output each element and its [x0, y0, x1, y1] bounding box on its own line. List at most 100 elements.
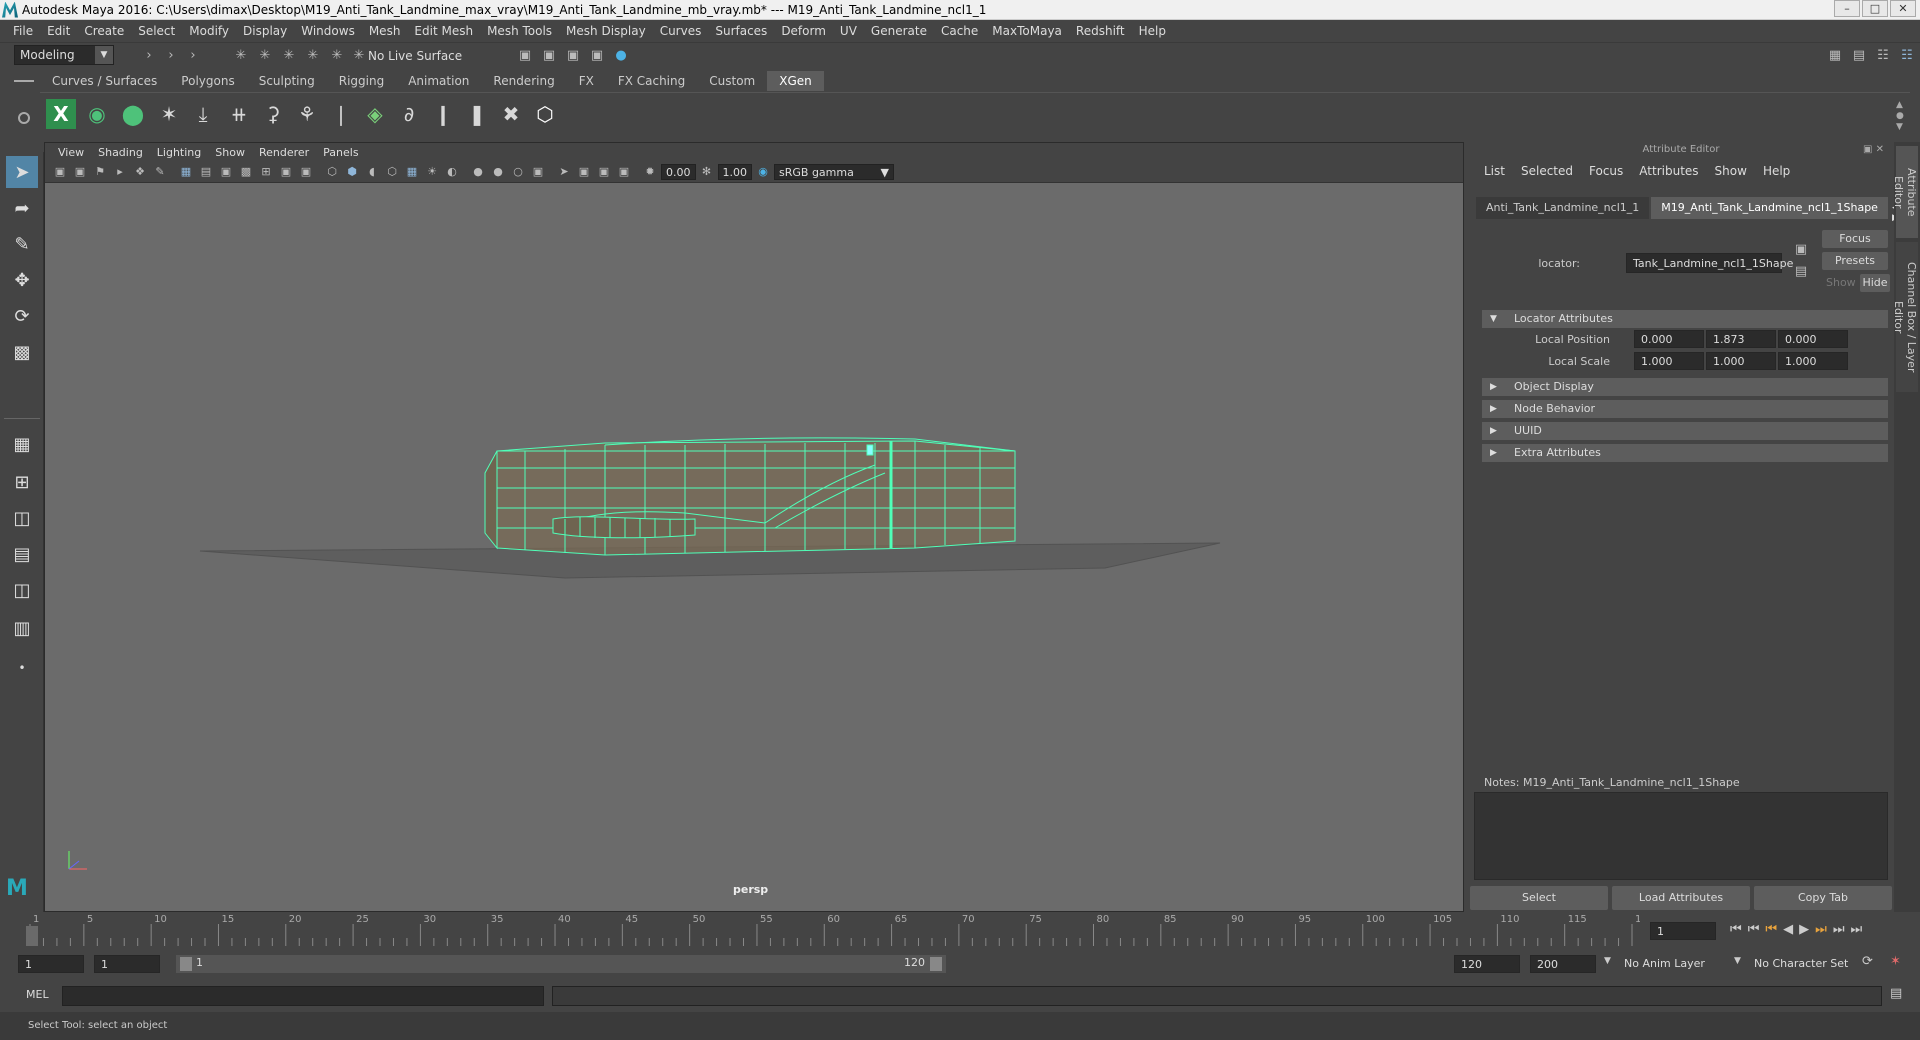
xgen-add-guide-icon[interactable]: ⤓	[188, 99, 218, 129]
layout-more-icon[interactable]: •	[6, 652, 38, 684]
render-current-icon[interactable]: ▣	[540, 46, 558, 64]
shelf-scroll-icon[interactable]: ▲ ● ▼	[1896, 100, 1904, 133]
xray-joints-icon[interactable]: ▣	[615, 163, 633, 181]
menu-edit[interactable]: Edit	[40, 24, 77, 38]
field-chart-icon[interactable]: ⊞	[257, 163, 275, 181]
xgen-create-description-icon[interactable]: ⬤	[118, 99, 148, 129]
script-editor-icon[interactable]: ▤	[1890, 986, 1902, 1001]
live-surface-label[interactable]: No Live Surface	[368, 49, 462, 63]
node-name-field[interactable]: Tank_Landmine_ncl1_1Shape	[1626, 253, 1793, 273]
screen-space-ao-icon[interactable]: ●	[469, 163, 487, 181]
menu-surfaces[interactable]: Surfaces	[708, 24, 774, 38]
vp-menu-lighting[interactable]: Lighting	[150, 146, 208, 159]
ae-menu-selected[interactable]: Selected	[1513, 164, 1581, 178]
scale-tool-icon[interactable]: ▩	[6, 336, 38, 368]
anti-aliasing-icon[interactable]: ○	[509, 163, 527, 181]
maximize-icon[interactable]: □	[1862, 0, 1888, 17]
menu-mesh-display[interactable]: Mesh Display	[559, 24, 653, 38]
xgen-editor-icon[interactable]: X	[46, 99, 76, 129]
vp-menu-show[interactable]: Show	[208, 146, 252, 159]
menu-deform[interactable]: Deform	[774, 24, 833, 38]
mode-dropdown[interactable]: Modeling ▼	[14, 45, 114, 65]
xgen-grooming-icon[interactable]: ❘	[326, 99, 356, 129]
ae-menu-help[interactable]: Help	[1755, 164, 1798, 178]
hide-button[interactable]: Hide	[1860, 274, 1890, 292]
paint-select-icon[interactable]: ✎	[6, 228, 38, 260]
prev-key-icon[interactable]: ⏮	[1765, 922, 1777, 937]
gamma-field[interactable]: 1.00	[717, 163, 752, 180]
ae-go-input-icon[interactable]: ▣	[1792, 240, 1810, 258]
current-time-marker[interactable]	[26, 926, 38, 946]
tab-fx-caching[interactable]: FX Caching	[606, 71, 697, 91]
exposure-icon[interactable]: ✹	[641, 163, 659, 181]
xgen-delete-icon[interactable]: ✖	[496, 99, 526, 129]
menu-display[interactable]: Display	[236, 24, 294, 38]
ae-menu-focus[interactable]: Focus	[1581, 164, 1631, 178]
menu-mesh-tools[interactable]: Mesh Tools	[480, 24, 559, 38]
select-component-icon[interactable]: ✳	[280, 46, 298, 64]
menu-select[interactable]: Select	[131, 24, 182, 38]
go-to-end-icon[interactable]: ⏭	[1851, 922, 1863, 937]
textured-icon[interactable]: ▦	[403, 163, 421, 181]
chevron-down-icon[interactable]: ▼	[1734, 956, 1741, 966]
toggle-panel-icon[interactable]: ▤	[1850, 46, 1868, 64]
range-start-handle[interactable]	[180, 957, 192, 971]
exposure-field[interactable]: 0.00	[661, 163, 696, 180]
select-hierarchy-icon[interactable]: ✳	[232, 46, 250, 64]
tab-rigging[interactable]: Rigging	[327, 71, 396, 91]
range-slider[interactable]: 1 120	[176, 955, 946, 973]
ae-menu-show[interactable]: Show	[1707, 164, 1755, 178]
snap-point-icon[interactable]: ✳	[350, 46, 368, 64]
gamma-icon[interactable]: ✻	[698, 163, 716, 181]
presets-button[interactable]: Presets	[1822, 252, 1888, 270]
time-slider[interactable]: 1 5 10 15 20 25 30 35 40 45 50 55 60 65 70 75 80 85 90 95 10…	[20, 912, 1640, 948]
select-object-icon[interactable]: ✳	[256, 46, 274, 64]
grease-pencil-icon[interactable]: ✎	[151, 163, 169, 181]
tab-transform-node[interactable]: Anti_Tank_Landmine_ncl1_1	[1476, 197, 1650, 219]
local-position-y[interactable]: 1.873	[1706, 330, 1776, 348]
menu-edit-mesh[interactable]: Edit Mesh	[407, 24, 480, 38]
tab-xgen[interactable]: XGen	[767, 71, 824, 91]
xgen-clump-icon[interactable]: ∂	[394, 99, 424, 129]
section-extra-attributes[interactable]: ▶ Extra Attributes	[1482, 444, 1888, 462]
shelf-settings-icon[interactable]	[18, 112, 30, 124]
local-position-z[interactable]: 0.000	[1778, 330, 1848, 348]
single-perspective-layout-icon[interactable]: ▦	[6, 428, 38, 460]
vp-menu-panels[interactable]: Panels	[316, 146, 365, 159]
menu-maxtomaya[interactable]: MaxToMaya	[985, 24, 1069, 38]
shelf-menu-icon[interactable]	[14, 80, 34, 82]
local-position-x[interactable]: 0.000	[1634, 330, 1704, 348]
local-scale-y[interactable]: 1.000	[1706, 352, 1776, 370]
workspace-icon[interactable]: ▦	[1826, 46, 1844, 64]
menu-create[interactable]: Create	[77, 24, 131, 38]
xray-active-icon[interactable]: ▣	[595, 163, 613, 181]
depth-of-field-icon[interactable]: ▣	[529, 163, 547, 181]
render-view-icon[interactable]: ▣	[516, 46, 534, 64]
xgen-sculpt-guides-icon[interactable]: ⧺	[224, 99, 254, 129]
move-tool-icon[interactable]: ✥	[6, 264, 38, 296]
copy-tab-button[interactable]: Copy Tab	[1754, 886, 1892, 910]
xgen-cut-icon[interactable]: ❚	[462, 99, 492, 129]
menu-windows[interactable]: Windows	[294, 24, 362, 38]
step-back-icon[interactable]: ⏮	[1748, 922, 1760, 937]
xgen-place-guides-icon[interactable]: ✶	[154, 99, 184, 129]
film-gate-icon[interactable]: ▤	[197, 163, 215, 181]
xgen-noise-icon[interactable]: ❙	[428, 99, 458, 129]
two-pane-layout-icon[interactable]: ◫	[6, 502, 38, 534]
ae-menu-attributes[interactable]: Attributes	[1631, 164, 1706, 178]
section-locator-attributes[interactable]: ▼ Locator Attributes	[1482, 310, 1888, 328]
show-button[interactable]: Show	[1826, 276, 1856, 289]
persp-outliner-layout-icon[interactable]: ▤	[6, 538, 38, 570]
image-plane-icon[interactable]: ▸	[111, 163, 129, 181]
smooth-shade-icon[interactable]: ⬢	[343, 163, 361, 181]
tab-custom[interactable]: Custom	[697, 71, 767, 91]
use-all-lights-icon[interactable]: ☀	[423, 163, 441, 181]
color-management-icon[interactable]: ◉	[754, 163, 772, 181]
wireframe-on-shaded-icon[interactable]: ⬡	[383, 163, 401, 181]
menu-curves[interactable]: Curves	[653, 24, 709, 38]
camera-attributes-icon[interactable]: ▣	[71, 163, 89, 181]
anim-start-field[interactable]: 1	[18, 955, 84, 973]
tab-rendering[interactable]: Rendering	[481, 71, 566, 91]
tab-channel-box[interactable]: Channel Box / Layer Editor	[1892, 242, 1918, 392]
section-uuid[interactable]: ▶ UUID	[1482, 422, 1888, 440]
